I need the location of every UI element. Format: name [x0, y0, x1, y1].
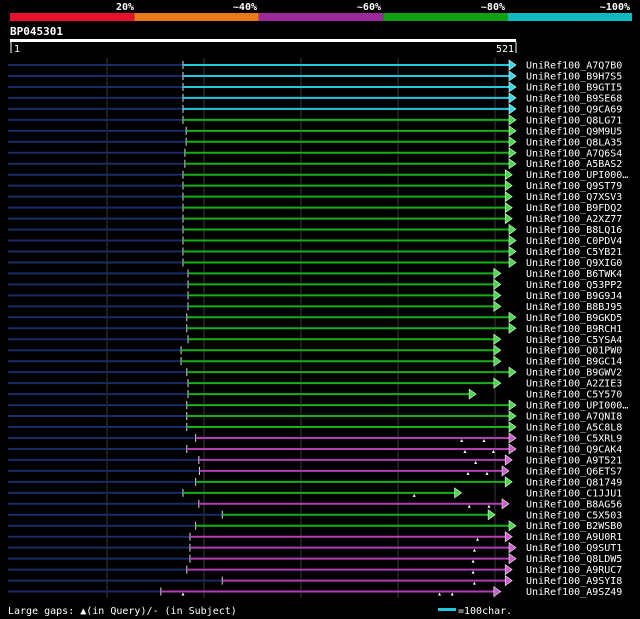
- hit-label[interactable]: UniRef100_Q9XIG0: [526, 258, 622, 269]
- hit-label[interactable]: UniRef100_Q7XSV3: [526, 192, 622, 203]
- scale-label: =100char.: [458, 606, 512, 617]
- hit-label[interactable]: UniRef100_A9U0R1: [526, 532, 622, 543]
- hit-label[interactable]: UniRef100_B9SE68: [526, 93, 622, 104]
- scale-bar: [438, 608, 456, 611]
- hit-label[interactable]: UniRef100_A9SZ49: [526, 587, 622, 598]
- hit-label[interactable]: UniRef100_B8LQ16: [526, 225, 622, 236]
- hit-label[interactable]: UniRef100_B9H7S5: [526, 71, 622, 82]
- hit-label[interactable]: UniRef100_B9G9J4: [526, 291, 622, 302]
- hit-label[interactable]: UniRef100_Q01PW0: [526, 346, 622, 357]
- hit-label[interactable]: UniRef100_Q81749: [526, 477, 622, 488]
- hit-label[interactable]: UniRef100_B6TWK4: [526, 269, 622, 280]
- hit-label[interactable]: UniRef100_UPI000…: [526, 401, 628, 412]
- large-gaps-legend: Large gaps: ▲(in Query)/- (in Subject): [8, 606, 237, 617]
- hit-label[interactable]: UniRef100_A5BAS2: [526, 159, 622, 170]
- hit-label[interactable]: UniRef100_B8AG56: [526, 499, 622, 510]
- legend-label-3: ~60%: [357, 2, 381, 13]
- hit-label[interactable]: UniRef100_Q8LG71: [526, 115, 622, 126]
- hit-label[interactable]: UniRef100_C5YB21: [526, 247, 622, 258]
- hit-label[interactable]: UniRef100_Q9ST79: [526, 181, 622, 192]
- legend-label-5: ~100%: [600, 2, 630, 13]
- hit-label[interactable]: UniRef100_B8BJ95: [526, 302, 622, 313]
- hit-label[interactable]: UniRef100_B2WSB0: [526, 521, 622, 532]
- hit-label[interactable]: UniRef100_B9GKD5: [526, 313, 622, 324]
- hit-label[interactable]: UniRef100_B9GTI5: [526, 82, 622, 93]
- hit-label[interactable]: UniRef100_A9T521: [526, 455, 622, 466]
- hit-label[interactable]: UniRef100_C1JJU1: [526, 488, 622, 499]
- hit-label[interactable]: UniRef100_A9RUC7: [526, 565, 622, 576]
- hit-label[interactable]: UniRef100_Q6ETS7: [526, 466, 622, 477]
- hit-label[interactable]: UniRef100_A2ZIE3: [526, 379, 622, 390]
- hit-label[interactable]: UniRef100_C5X503: [526, 510, 622, 521]
- hit-label[interactable]: UniRef100_UPI000…: [526, 170, 628, 181]
- hit-label[interactable]: UniRef100_Q9CAK4: [526, 444, 622, 455]
- alignment-overview: 20% ~40% ~60% ~80% ~100% BP045301 1 521 UniR…: [0, 0, 640, 619]
- hit-label[interactable]: UniRef100_C5YSA4: [526, 335, 622, 346]
- query-end-label: 521: [496, 44, 514, 55]
- hit-label[interactable]: UniRef100_C5Y570: [526, 390, 622, 401]
- legend-label-2: ~40%: [233, 2, 257, 13]
- hit-label[interactable]: UniRef100_Q9CA69: [526, 104, 622, 115]
- hit-label[interactable]: UniRef100_Q9SUT1: [526, 543, 622, 554]
- query-name: BP045301: [10, 25, 63, 38]
- legend-bin-3: [258, 13, 384, 21]
- legend-bin-1: [10, 13, 135, 21]
- hit-label[interactable]: UniRef100_Q9M9U5: [526, 126, 622, 137]
- hit-label[interactable]: UniRef100_B9GC14: [526, 357, 622, 368]
- hit-label[interactable]: UniRef100_Q8LA35: [526, 137, 622, 148]
- hit-label[interactable]: UniRef100_A2XZ77: [526, 214, 622, 225]
- hit-label[interactable]: UniRef100_A7Q6S4: [526, 148, 622, 159]
- hit-label[interactable]: UniRef100_A7Q7B0: [526, 61, 622, 72]
- hit-label[interactable]: UniRef100_Q53PP2: [526, 280, 622, 291]
- hit-label[interactable]: UniRef100_A7QNI8: [526, 412, 622, 423]
- legend-label-4: ~80%: [481, 2, 505, 13]
- legend-bin-2: [134, 13, 259, 21]
- legend-label-1: 20%: [116, 2, 134, 13]
- legend-bin-4: [383, 13, 508, 21]
- hit-label[interactable]: UniRef100_B9GWV2: [526, 368, 622, 379]
- hit-label[interactable]: UniRef100_Q8LDW5: [526, 554, 622, 565]
- hit-label[interactable]: UniRef100_B9RCH1: [526, 324, 622, 335]
- query-bar: [10, 39, 516, 42]
- hit-label[interactable]: UniRef100_C0PDV4: [526, 236, 622, 247]
- hit-label[interactable]: UniRef100_B9FDQ2: [526, 203, 622, 214]
- hit-label[interactable]: UniRef100_A5C8L8: [526, 423, 622, 434]
- legend-bin-5: [507, 13, 632, 21]
- query-start-label: 1: [14, 44, 20, 55]
- hit-label[interactable]: UniRef100_A9SYI8: [526, 576, 622, 587]
- hit-label[interactable]: UniRef100_C5XRL9: [526, 433, 622, 444]
